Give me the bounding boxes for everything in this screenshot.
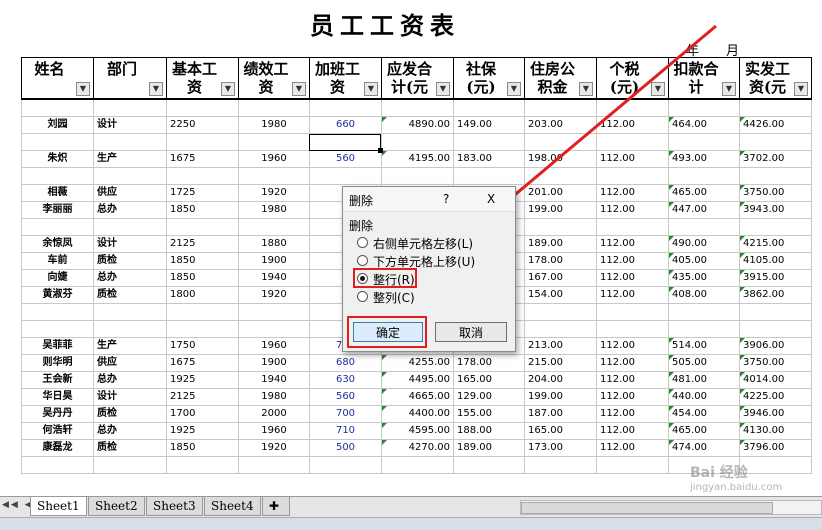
tab-sheet3[interactable]: Sheet3 xyxy=(146,497,203,516)
tab-sheet1[interactable]: Sheet1 xyxy=(30,497,87,516)
status-bar xyxy=(0,517,822,530)
sheet-tab-bar: ◀◀ ◀ ▶ ▶▶ Sheet1 Sheet2 Sheet3 Sheet4 ✚ xyxy=(0,496,822,517)
option-label: 整列(C) xyxy=(373,291,415,305)
delete-group-label: 删除 xyxy=(349,219,374,233)
radio-shift-left[interactable] xyxy=(357,237,368,248)
dialog-titlebar[interactable]: 删除 ? X xyxy=(343,187,515,212)
help-button[interactable]: ? xyxy=(443,192,449,206)
watermark: Bai 经验 xyxy=(690,465,748,481)
watermark-url: jingyan.baidu.com xyxy=(690,482,783,493)
highlight-ok-button xyxy=(347,316,427,348)
cancel-button[interactable]: 取消 xyxy=(435,322,507,342)
close-icon[interactable]: X xyxy=(487,192,495,206)
radio-shift-up[interactable] xyxy=(357,255,368,266)
tab-sheet4[interactable]: Sheet4 xyxy=(204,497,261,516)
insert-sheet-icon[interactable]: ✚ xyxy=(262,497,290,516)
radio-entire-column[interactable] xyxy=(357,291,368,302)
tab-sheet2[interactable]: Sheet2 xyxy=(88,497,145,516)
horizontal-scrollbar[interactable] xyxy=(520,500,822,515)
scroll-thumb[interactable] xyxy=(521,502,773,514)
option-label: 右侧单元格左移(L) xyxy=(373,237,474,251)
dialog-title: 删除 xyxy=(349,194,374,208)
highlight-entire-row xyxy=(353,268,417,288)
worksheet-area[interactable]: 员工工资表 年 月 姓名 ▼ 部门 ▼ 基本工资 ▼ 绩效工资 ▼ 加班工资 ▼ 应发合计(元 ▼ 社保… xyxy=(0,0,822,496)
